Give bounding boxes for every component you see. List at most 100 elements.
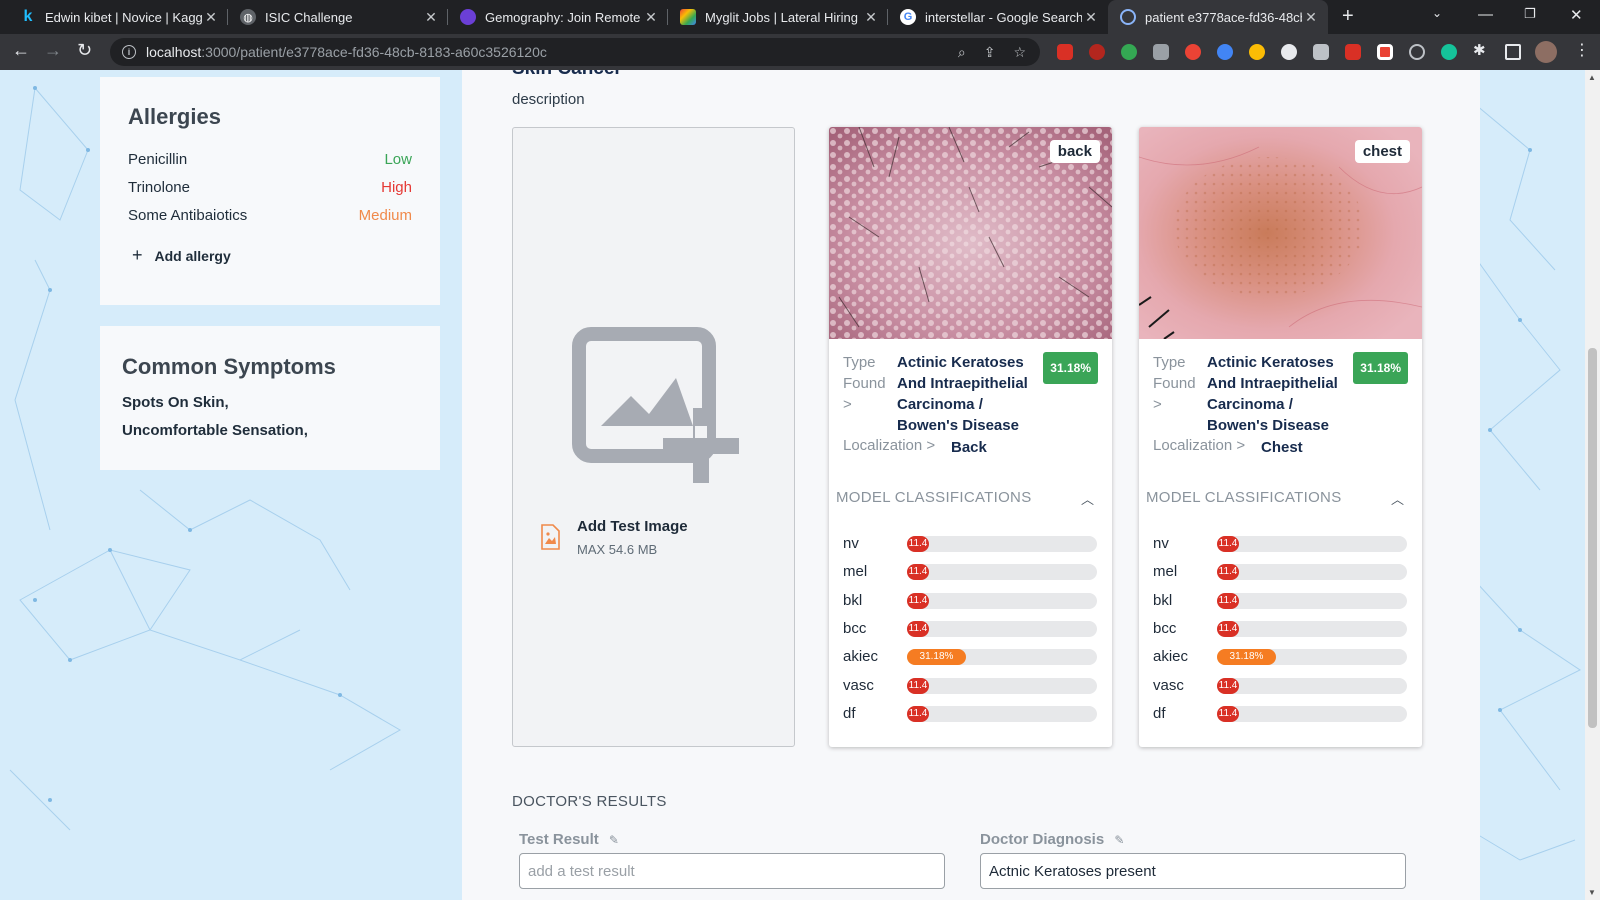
class-name: akiec — [1153, 648, 1189, 666]
extension-icon[interactable] — [1281, 44, 1297, 60]
probability-track — [1217, 705, 1407, 722]
extension-icon[interactable] — [1409, 44, 1425, 60]
scrollbar-thumb[interactable] — [1588, 348, 1597, 728]
window-close-button[interactable]: ✕ — [1570, 6, 1583, 24]
puzzle-extensions-icon[interactable]: ✱ — [1473, 41, 1489, 59]
extension-icon[interactable] — [1217, 44, 1233, 60]
extension-icon[interactable] — [1345, 44, 1361, 60]
page-scrollbar[interactable]: ▲ ▼ — [1585, 70, 1600, 900]
close-tab-icon[interactable]: ✕ — [422, 9, 440, 26]
forward-arrow-icon[interactable]: → — [44, 40, 62, 61]
page-description: description — [512, 91, 585, 108]
extension-icon[interactable] — [1377, 44, 1393, 60]
probability-bar: 11.4 — [907, 536, 929, 552]
close-tab-icon[interactable]: ✕ — [862, 9, 880, 26]
classification-row: nv 11.4 — [843, 534, 1098, 554]
browser-tab[interactable]: Gemography: Join Remote Te ✕ — [448, 0, 668, 34]
chevron-up-icon[interactable]: ︿ — [1081, 489, 1094, 508]
upload-title: Add Test Image — [577, 518, 688, 535]
pokeball-icon[interactable] — [1185, 44, 1201, 60]
classification-row: bcc 11.4 — [1153, 619, 1408, 639]
probability-bar: 31.18% — [1217, 649, 1276, 666]
page-title: Skin Cancer — [512, 70, 622, 80]
prediction-card: back Type Found > Actinic Keratoses And … — [829, 127, 1112, 747]
extension-icon[interactable] — [1313, 44, 1329, 60]
location-badge: back — [1049, 140, 1100, 163]
main-panel: Skin Cancer description Add Test Image M… — [462, 70, 1480, 900]
prediction-card: chest Type Found > Actinic Keratoses And… — [1139, 127, 1422, 747]
probability-bar: 11.4 — [1217, 620, 1239, 637]
add-allergy-label: Add allergy — [154, 247, 231, 264]
scroll-down-icon[interactable]: ▼ — [1588, 888, 1596, 897]
myglit-icon — [680, 9, 696, 25]
model-classifications-title: MODEL CLASSIFICATIONS — [836, 489, 1032, 506]
confidence-badge: 31.18% — [1043, 352, 1098, 384]
symptom-item: Uncomfortable Sensation, — [122, 422, 308, 439]
site-info-icon[interactable]: i — [122, 45, 136, 59]
side-panel-icon[interactable] — [1505, 44, 1521, 60]
class-name: df — [1153, 704, 1166, 722]
browser-tab[interactable]: G interstellar - Google Search ✕ — [888, 0, 1108, 34]
browser-tab-active[interactable]: patient e3778ace-fd36-48cb- ✕ — [1108, 0, 1328, 34]
extension-icon[interactable] — [1057, 44, 1073, 60]
ublock-icon[interactable] — [1089, 44, 1105, 60]
chevron-up-icon[interactable]: ︿ — [1391, 489, 1404, 508]
close-tab-icon[interactable]: ✕ — [202, 9, 220, 26]
menu-kebab-icon[interactable]: ⋮ — [1574, 40, 1590, 59]
back-arrow-icon[interactable]: ← — [12, 40, 30, 61]
share-icon[interactable]: ⇪ — [984, 44, 996, 61]
model-classifications-title: MODEL CLASSIFICATIONS — [1146, 489, 1342, 506]
probability-track — [1217, 592, 1407, 609]
type-found-label: Type Found > — [843, 354, 886, 413]
minimize-button[interactable]: — — [1478, 6, 1493, 23]
allergies-title: Allergies — [128, 104, 221, 129]
extension-icon[interactable] — [1153, 44, 1169, 60]
close-tab-icon[interactable]: ✕ — [1082, 9, 1100, 26]
add-allergy-button[interactable]: + Add allergy — [132, 245, 231, 266]
probability-bar: 11.4 — [1217, 592, 1239, 609]
edit-pencil-icon[interactable]: ✎ — [1114, 833, 1124, 847]
allergy-severity: Low — [384, 151, 412, 168]
bookmark-star-icon[interactable]: ☆ — [1013, 44, 1026, 61]
close-tab-icon[interactable]: ✕ — [642, 9, 660, 26]
avatar[interactable] — [1535, 41, 1557, 63]
classification-row: df 11.4 — [1153, 704, 1408, 724]
class-name: bcc — [1153, 619, 1177, 637]
url-bar[interactable]: i localhost:3000/patient/e3778ace-fd36-4… — [110, 38, 1040, 66]
browser-tab[interactable]: ◍ ISIC Challenge ✕ — [228, 0, 448, 34]
class-name: vasc — [843, 676, 874, 694]
doctor-diagnosis-input[interactable]: Actnic Keratoses present — [980, 853, 1406, 889]
classification-row: akiec 31.18% — [1153, 647, 1408, 667]
zoom-icon[interactable]: ⌕ — [958, 44, 966, 61]
browser-tab[interactable]: k Edwin kibet | Novice | Kaggle ✕ — [8, 0, 228, 34]
grammarly-icon[interactable] — [1441, 44, 1457, 60]
allergy-severity: High — [381, 179, 412, 196]
tab-search-icon[interactable]: ⌄ — [1432, 6, 1442, 20]
add-test-image-dropzone[interactable]: Add Test Image MAX 54.6 MB — [512, 127, 795, 747]
reload-icon[interactable]: ↻ — [77, 40, 92, 61]
test-result-input[interactable]: add a test result — [519, 853, 945, 889]
symptoms-card: Common Symptoms Spots On Skin, Uncomfort… — [100, 326, 440, 470]
probability-track — [907, 677, 1097, 694]
extension-icon[interactable] — [1121, 44, 1137, 60]
edit-pencil-icon[interactable]: ✎ — [609, 833, 619, 847]
extension-icon[interactable] — [1249, 44, 1265, 60]
classification-row: akiec 31.18% — [843, 647, 1098, 667]
location-badge: chest — [1354, 140, 1410, 163]
probability-bar: 11.4 — [1217, 536, 1239, 552]
allergy-name: Some Antibaiotics — [128, 207, 248, 224]
scroll-up-icon[interactable]: ▲ — [1588, 73, 1596, 82]
restore-button[interactable]: ❐ — [1524, 6, 1536, 22]
symptoms-title: Common Symptoms — [122, 354, 336, 379]
classification-row: nv 11.4 — [1153, 534, 1408, 554]
close-tab-icon[interactable]: ✕ — [1302, 9, 1320, 26]
probability-track — [907, 564, 1097, 581]
probability-track — [1217, 564, 1407, 581]
probability-bar: 31.18% — [907, 649, 966, 666]
globe-icon: ◍ — [240, 9, 256, 25]
probability-bar: 11.4 — [1217, 677, 1239, 694]
allergy-row: Penicillin Low — [128, 151, 412, 168]
browser-tab[interactable]: Myglit Jobs | Lateral Hiring - I ✕ — [668, 0, 888, 34]
classification-row: bcc 11.4 — [843, 619, 1098, 639]
new-tab-button[interactable]: + — [1342, 5, 1354, 28]
